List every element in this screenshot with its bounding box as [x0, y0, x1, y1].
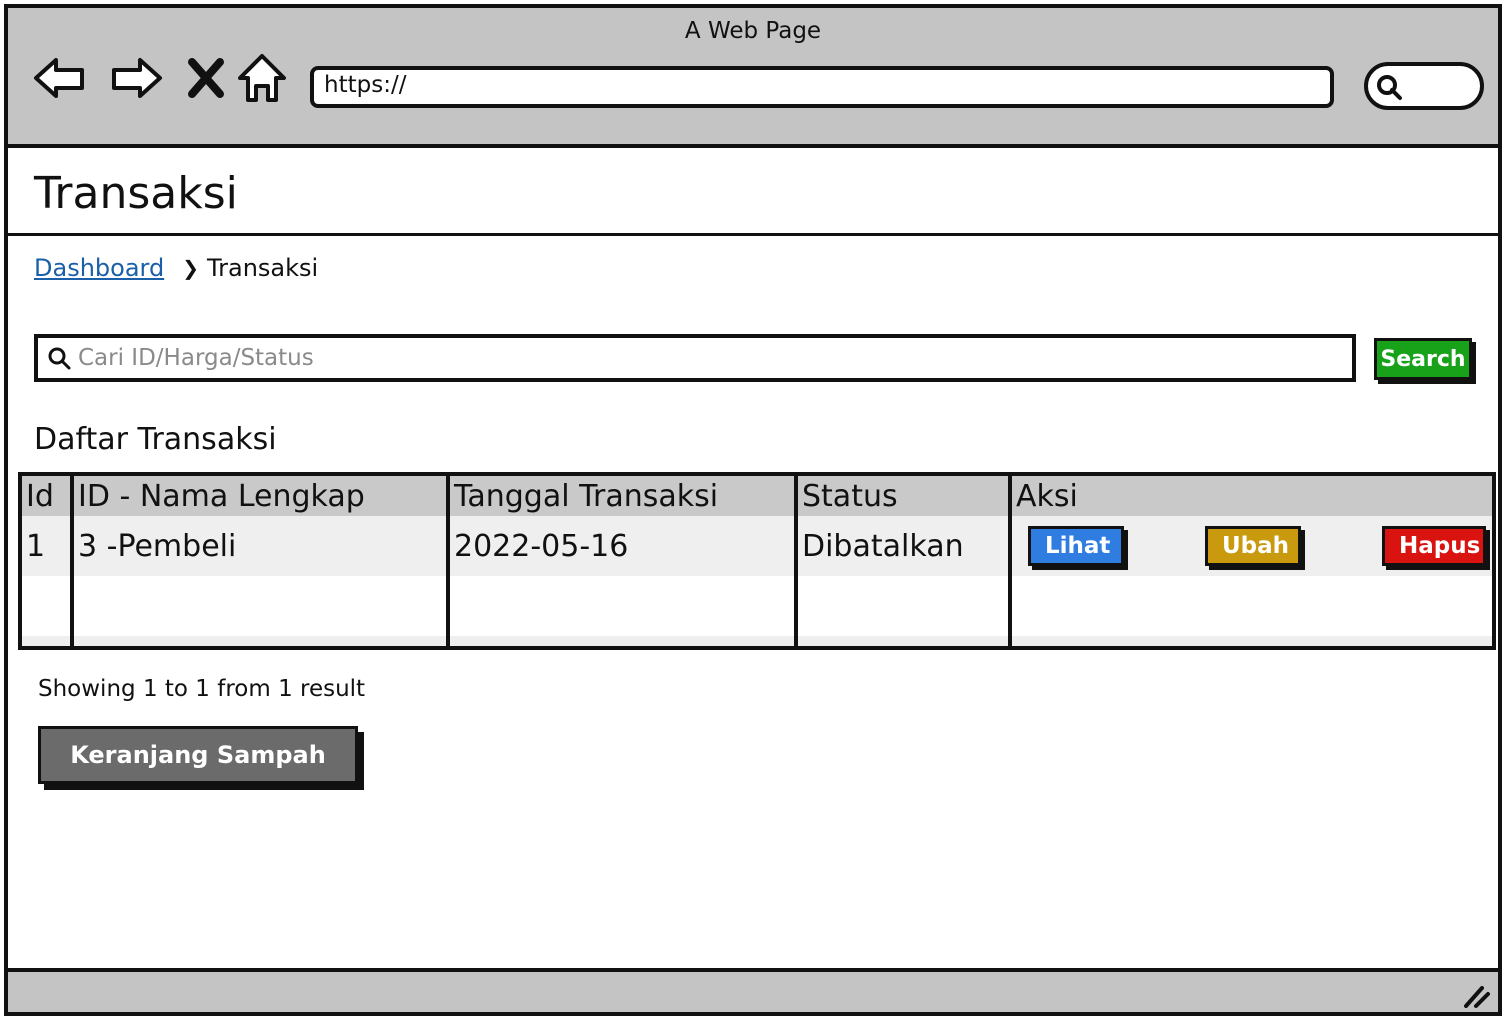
browser-window: A Web Page https:// Transaksi Dashboard … [4, 4, 1502, 1016]
header-status: Status [794, 476, 1010, 516]
cell-aksi: Lihat Ubah Hapus [1008, 516, 1492, 576]
breadcrumb-dashboard-link[interactable]: Dashboard [34, 254, 164, 282]
status-bar [8, 968, 1498, 1012]
breadcrumb-current: Transaksi [206, 254, 319, 282]
header-id: Id [26, 478, 54, 514]
browser-chrome: A Web Page https:// [8, 8, 1498, 148]
search-icon [48, 347, 71, 370]
cell-nama: 3 -Pembeli [70, 516, 448, 576]
header-aksi: Aksi [1008, 476, 1492, 516]
delete-button[interactable]: Hapus [1382, 526, 1486, 566]
view-button[interactable]: Lihat [1028, 526, 1124, 566]
search-field[interactable] [34, 334, 1356, 382]
breadcrumb: Dashboard ❯ Transaksi [34, 254, 318, 282]
search-button[interactable]: Search [1374, 338, 1472, 380]
cell-status: Dibatalkan [794, 516, 1010, 576]
header-nama: ID - Nama Lengkap [70, 476, 448, 516]
search-icon [1377, 75, 1402, 100]
home-icon[interactable] [234, 50, 290, 106]
cell-id: 1 [26, 528, 46, 564]
arrow-right-icon[interactable] [108, 50, 164, 106]
cell-tanggal: 2022-05-16 [446, 516, 796, 576]
page-title: Transaksi [34, 168, 238, 219]
page-header: Transaksi [8, 148, 1498, 236]
trash-button[interactable]: Keranjang Sampah [38, 726, 358, 784]
transactions-table: Id ID - Nama Lengkap Tanggal Transaksi S… [18, 472, 1496, 650]
browser-search-box[interactable] [1364, 62, 1484, 110]
table-row-empty [22, 576, 1492, 636]
url-bar[interactable]: https:// [310, 66, 1334, 108]
section-title: Daftar Transaksi [34, 422, 277, 457]
arrow-left-icon[interactable] [32, 50, 88, 106]
table-header-row: Id ID - Nama Lengkap Tanggal Transaksi S… [22, 476, 1492, 516]
search-input[interactable] [78, 345, 1352, 371]
table-row-filler [22, 636, 1492, 646]
table-row: 1 3 -Pembeli 2022-05-16 Dibatalkan Lihat… [22, 516, 1492, 576]
pagination-summary: Showing 1 to 1 from 1 result [38, 676, 366, 702]
resize-grip-icon[interactable] [1460, 982, 1492, 1010]
window-title: A Web Page [684, 18, 822, 44]
header-tanggal: Tanggal Transaksi [446, 476, 796, 516]
chevron-right-icon: ❯ [182, 256, 199, 280]
edit-button[interactable]: Ubah [1205, 526, 1301, 566]
close-icon[interactable] [180, 50, 232, 106]
